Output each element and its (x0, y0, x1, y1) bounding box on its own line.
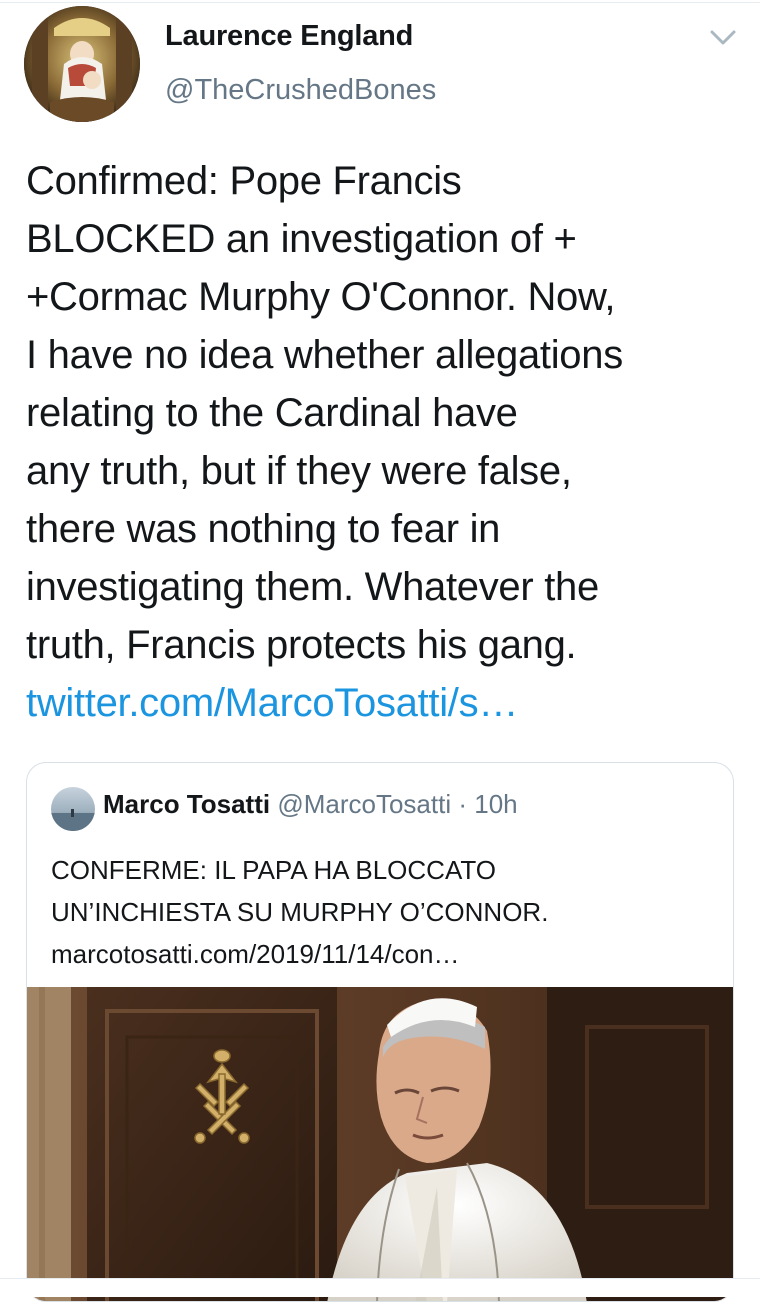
tweet-link[interactable]: twitter.com/MarcoTosatti/s… (26, 681, 518, 725)
quoted-tweet-link[interactable]: marcotosatti.com/2019/11/14/con… (51, 933, 711, 975)
tweet-text-line: truth, Francis protects his gang. (26, 623, 577, 667)
quoted-tweet-header: Marco Tosatti @MarcoTosatti · 10h (103, 789, 518, 820)
chevron-down-icon (710, 30, 736, 45)
bottom-divider (0, 1278, 760, 1297)
quoted-tweet-photo (27, 987, 733, 1301)
tweet-text-line: BLOCKED an investigation of + (26, 217, 577, 261)
quoted-tweet-timestamp[interactable]: 10h (474, 789, 517, 819)
quoted-author-avatar-image (51, 787, 95, 831)
quoted-tweet-media[interactable] (27, 987, 733, 1301)
tweet-text: Confirmed: Pope Francis BLOCKED an inves… (26, 152, 741, 732)
tweet-text-line: +Cormac Murphy O'Connor. Now, (26, 275, 616, 319)
quoted-text-line: CONFERME: IL PAPA HA BLOCCATO (51, 855, 496, 885)
tweet-text-line: I have no idea whether allegations (26, 333, 623, 377)
tweet-text-line: any truth, but if they were false, (26, 449, 572, 493)
quoted-tweet-text: CONFERME: IL PAPA HA BLOCCATO UN’INCHIES… (51, 849, 711, 975)
tweet-text-line: there was nothing to fear in (26, 507, 501, 551)
author-display-name[interactable]: Laurence England (165, 20, 413, 53)
quoted-author-avatar[interactable] (51, 787, 95, 831)
tweet-text-line: Confirmed: Pope Francis (26, 159, 462, 203)
top-divider (0, 2, 760, 3)
quoted-author-display-name[interactable]: Marco Tosatti (103, 789, 270, 819)
author-handle[interactable]: @TheCrushedBones (165, 74, 436, 107)
quoted-author-handle[interactable]: @MarcoTosatti (277, 789, 451, 819)
tweet-text-line: investigating them. Whatever the (26, 565, 599, 609)
quoted-tweet-card[interactable]: Marco Tosatti @MarcoTosatti · 10h CONFER… (26, 762, 734, 1302)
author-avatar[interactable] (24, 6, 140, 122)
quoted-text-line: UN’INCHIESTA SU MURPHY O’CONNOR. (51, 897, 549, 927)
author-avatar-image (24, 6, 140, 122)
tweet-menu-button[interactable] (706, 24, 740, 52)
header-separator: · (458, 789, 468, 819)
tweet-text-line: relating to the Cardinal have (26, 391, 518, 435)
